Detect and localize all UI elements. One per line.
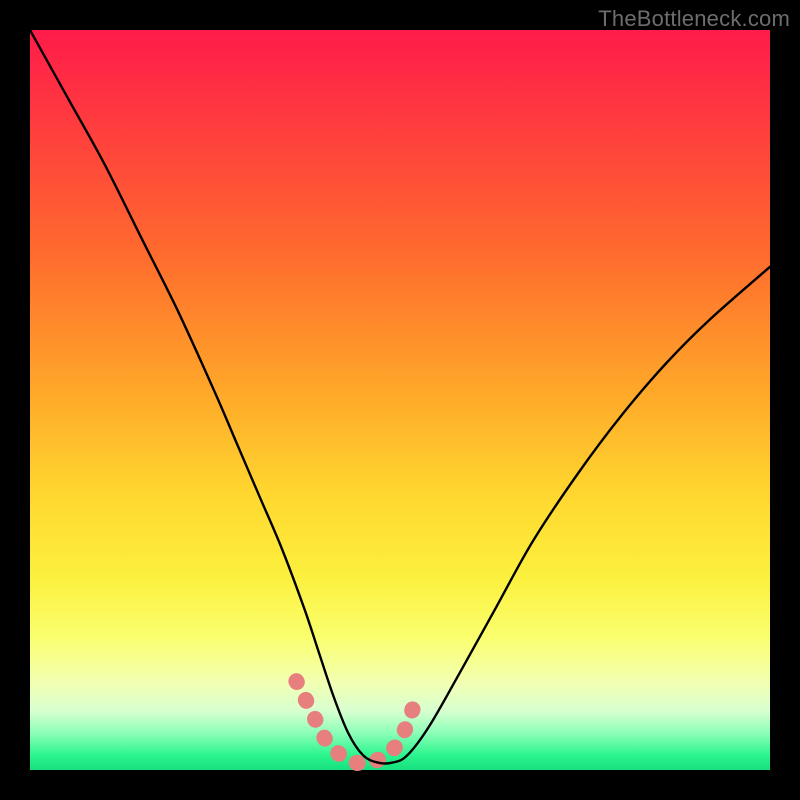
watermark-text: TheBottleneck.com (598, 6, 790, 32)
plot-area (30, 30, 770, 770)
bottleneck-curve-path (30, 30, 770, 764)
bottleneck-highlight-path (296, 681, 414, 763)
chart-frame: TheBottleneck.com (0, 0, 800, 800)
curve-layer (30, 30, 770, 770)
